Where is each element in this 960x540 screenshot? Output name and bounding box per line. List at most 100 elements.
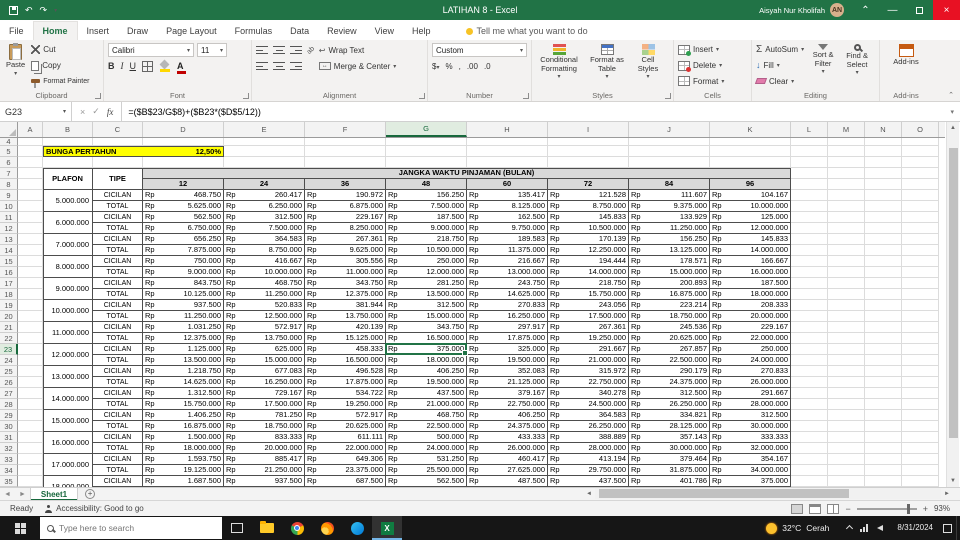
tipe-cicilan-cell[interactable]: CICILAN xyxy=(93,344,143,355)
align-center-icon[interactable] xyxy=(273,61,285,71)
data-cell[interactable]: Rp 364.583 xyxy=(224,234,305,245)
data-cell[interactable]: Rp 340.278 xyxy=(548,388,629,399)
plafon-cell[interactable]: 18.000.000 xyxy=(43,476,93,487)
data-cell[interactable]: Rp 28.000.000 xyxy=(548,443,629,454)
data-cell[interactable]: Rp 325.000 xyxy=(467,344,548,355)
ribbon-tab-file[interactable]: File xyxy=(0,22,33,40)
cell-styles-button[interactable]: Cell Styles ▾ xyxy=(632,43,664,88)
data-cell[interactable]: Rp 270.833 xyxy=(710,366,791,377)
row-header-26[interactable]: 26 xyxy=(0,377,18,388)
data-cell[interactable]: Rp 19.500.000 xyxy=(386,377,467,388)
notification-center-icon[interactable] xyxy=(943,523,952,533)
ribbon-tab-help[interactable]: Help xyxy=(403,22,440,40)
data-cell[interactable]: Rp 312.500 xyxy=(386,300,467,311)
row-header-27[interactable]: 27 xyxy=(0,388,18,399)
row-header-15[interactable]: 15 xyxy=(0,256,18,267)
italic-button[interactable]: I xyxy=(121,61,124,71)
tipe-header[interactable]: TIPE xyxy=(93,168,143,190)
row-header-28[interactable]: 28 xyxy=(0,399,18,410)
data-cell[interactable]: Rp 267.361 xyxy=(305,234,386,245)
format-as-table-button[interactable]: Format as Table ▾ xyxy=(586,43,628,88)
taskbar-search[interactable] xyxy=(40,517,222,539)
data-cell[interactable]: Rp 13.125.000 xyxy=(629,245,710,256)
decrease-decimal-icon[interactable]: .0 xyxy=(484,62,491,71)
expand-formula-bar-icon[interactable]: ▾ xyxy=(944,102,960,121)
font-dialog-launcher-icon[interactable] xyxy=(243,93,249,99)
name-box-dropdown-icon[interactable]: ▾ xyxy=(63,108,66,115)
data-cell[interactable]: Rp 156.250 xyxy=(629,234,710,245)
data-cell[interactable]: Rp 145.833 xyxy=(710,234,791,245)
zoom-slider[interactable] xyxy=(856,503,917,514)
data-cell[interactable]: Rp 229.167 xyxy=(710,322,791,333)
data-cell[interactable]: Rp 1.218.750 xyxy=(143,366,224,377)
data-cell[interactable]: Rp 26.250.000 xyxy=(629,399,710,410)
data-cell[interactable]: Rp 218.750 xyxy=(548,278,629,289)
row-header-21[interactable]: 21 xyxy=(0,322,18,333)
month-header-24[interactable]: 24 xyxy=(224,179,305,190)
tipe-total-cell[interactable]: TOTAL xyxy=(93,421,143,432)
data-cell[interactable]: Rp 562.500 xyxy=(386,476,467,487)
data-cell[interactable]: Rp 433.333 xyxy=(467,432,548,443)
data-cell[interactable]: Rp 20.000.000 xyxy=(710,311,791,322)
data-cell[interactable]: Rp 13.000.000 xyxy=(467,267,548,278)
data-cell[interactable]: Rp 468.750 xyxy=(143,190,224,201)
data-cell[interactable]: Rp 1.687.500 xyxy=(143,476,224,487)
tipe-cicilan-cell[interactable]: CICILAN xyxy=(93,256,143,267)
user-name[interactable]: Aisyah Nur Kholifah xyxy=(759,6,825,15)
data-cell[interactable]: Rp 401.786 xyxy=(629,476,710,487)
data-cell[interactable]: Rp 291.667 xyxy=(548,344,629,355)
row-header-5[interactable]: 5 xyxy=(0,146,18,157)
data-cell[interactable]: Rp 17.875.000 xyxy=(467,333,548,344)
data-cell[interactable]: Rp 26.250.000 xyxy=(548,421,629,432)
show-desktop-button[interactable] xyxy=(956,516,960,540)
cancel-formula-icon[interactable]: × xyxy=(80,107,85,117)
data-cell[interactable]: Rp 312.500 xyxy=(710,410,791,421)
sheet-nav-right-icon[interactable]: ► xyxy=(15,491,30,498)
data-cell[interactable]: Rp 14.625.000 xyxy=(143,377,224,388)
data-cell[interactable]: Rp 13.750.000 xyxy=(305,311,386,322)
data-cell[interactable]: Rp 9.000.000 xyxy=(386,223,467,234)
data-cell[interactable]: Rp 16.000.000 xyxy=(710,267,791,278)
data-cell[interactable]: Rp 13.500.000 xyxy=(386,289,467,300)
data-cell[interactable]: Rp 1.125.000 xyxy=(143,344,224,355)
row-header-16[interactable]: 16 xyxy=(0,267,18,278)
data-cell[interactable]: Rp 22.000.000 xyxy=(305,443,386,454)
plafon-cell[interactable]: 11.000.000 xyxy=(43,322,93,344)
bold-button[interactable]: B xyxy=(108,61,115,71)
data-cell[interactable]: Rp 611.111 xyxy=(305,432,386,443)
align-right-icon[interactable] xyxy=(290,61,302,71)
ribbon-tab-home[interactable]: Home xyxy=(32,21,78,40)
data-cell[interactable]: Rp 250.000 xyxy=(386,256,467,267)
column-header-K[interactable]: K xyxy=(710,122,791,137)
row-header-9[interactable]: 9 xyxy=(0,190,18,201)
data-cell[interactable]: Rp 12.000.000 xyxy=(386,267,467,278)
data-cell[interactable]: Rp 22.500.000 xyxy=(386,421,467,432)
font-name-select[interactable]: Calibri ▾ xyxy=(108,43,194,57)
tipe-total-cell[interactable]: TOTAL xyxy=(93,223,143,234)
plafon-cell[interactable]: 16.000.000 xyxy=(43,432,93,454)
data-cell[interactable]: Rp 208.333 xyxy=(710,300,791,311)
row-header-8[interactable]: 8 xyxy=(0,179,18,190)
data-cell[interactable]: Rp 166.667 xyxy=(710,256,791,267)
data-cell[interactable]: Rp 315.972 xyxy=(548,366,629,377)
column-header-H[interactable]: H xyxy=(467,122,548,137)
close-button[interactable]: × xyxy=(933,0,960,20)
row-header-10[interactable]: 10 xyxy=(0,201,18,212)
data-cell[interactable]: Rp 21.125.000 xyxy=(467,377,548,388)
row-header-19[interactable]: 19 xyxy=(0,300,18,311)
data-cell[interactable]: Rp 194.444 xyxy=(548,256,629,267)
data-cell[interactable]: Rp 290.179 xyxy=(629,366,710,377)
data-cell[interactable]: Rp 10.000.000 xyxy=(710,201,791,212)
month-header-60[interactable]: 60 xyxy=(467,179,548,190)
data-cell[interactable]: Rp 12.250.000 xyxy=(548,245,629,256)
taskbar-app-edge[interactable] xyxy=(342,516,372,540)
tipe-total-cell[interactable]: TOTAL xyxy=(93,245,143,256)
number-format-select[interactable]: Custom ▾ xyxy=(432,43,527,57)
data-cell[interactable]: Rp 420.139 xyxy=(305,322,386,333)
plafon-cell[interactable]: 12.000.000 xyxy=(43,344,93,366)
row-header-20[interactable]: 20 xyxy=(0,311,18,322)
sheet-cells-area[interactable]: 4 5 6 7 8 9 10 11 12 13 14 15 16 17 18 19 20 21 22 23 24 25 26… xyxy=(0,138,945,487)
data-cell[interactable]: Rp 388.889 xyxy=(548,432,629,443)
plafon-cell[interactable]: 10.000.000 xyxy=(43,300,93,322)
data-cell[interactable]: Rp 20.625.000 xyxy=(305,421,386,432)
